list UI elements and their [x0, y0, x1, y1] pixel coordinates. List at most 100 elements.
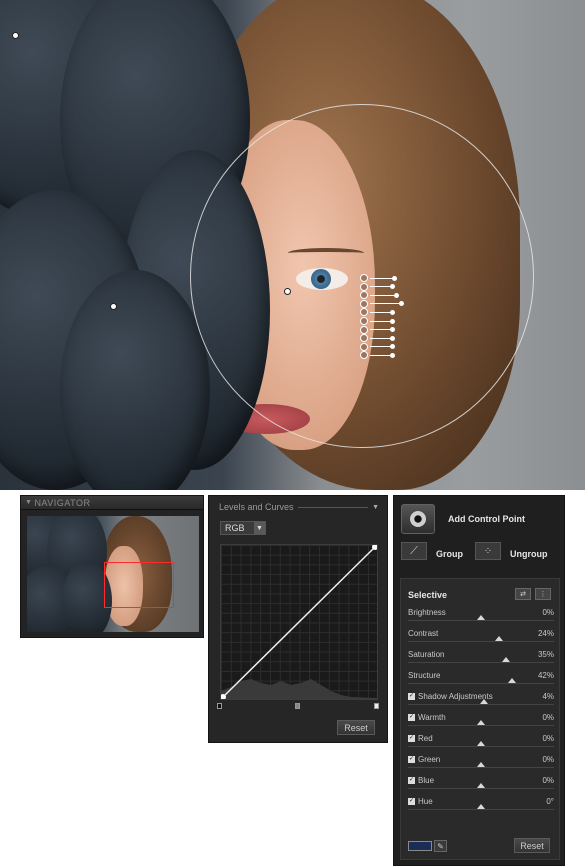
control-point-marker[interactable] — [12, 32, 19, 39]
slider-line — [370, 286, 392, 288]
curve-graph[interactable] — [220, 544, 378, 700]
slider-tag-icon — [360, 351, 368, 360]
adjustment-checkbox[interactable]: ✓ — [408, 777, 415, 784]
adjustment-label: Red — [418, 734, 433, 743]
adjustment-value: 0% — [542, 608, 554, 617]
panel-menu-icon[interactable]: ▼ — [372, 504, 379, 511]
eyedropper-icon[interactable]: ✎ — [434, 840, 447, 852]
adjustment-slider-track[interactable] — [408, 662, 554, 663]
adjustment-slider-thumb[interactable] — [494, 636, 503, 641]
adjustment-row[interactable]: ✓ Red 0% — [408, 734, 554, 750]
navigator-thumbnail[interactable] — [27, 516, 199, 632]
slider-line — [370, 320, 392, 322]
tone-markers[interactable] — [217, 703, 381, 709]
adjustment-slider-thumb[interactable] — [477, 783, 485, 788]
navigator-header[interactable]: ▼ NAVIGATOR — [21, 496, 203, 510]
slider-knob[interactable] — [394, 292, 399, 298]
adjustment-label: Hue — [418, 797, 433, 806]
adjustment-slider-track[interactable] — [408, 704, 554, 705]
group-button[interactable]: ⟋ — [401, 542, 427, 560]
adjustment-value: 0% — [542, 734, 554, 743]
adjustment-row[interactable]: Structure 42% — [408, 671, 554, 687]
control-point-mini-slider[interactable] — [360, 351, 395, 360]
adjustment-row[interactable]: ✓ Green 0% — [408, 755, 554, 771]
add-control-point-button[interactable] — [401, 504, 435, 534]
adjustment-row[interactable]: Brightness 0% — [408, 608, 554, 624]
adjustment-checkbox[interactable]: ✓ — [408, 735, 415, 742]
adjustment-label: Brightness — [408, 608, 446, 617]
adjustment-checkbox[interactable]: ✓ — [408, 714, 415, 721]
control-point-mini-slider[interactable] — [360, 325, 395, 334]
adjustment-row[interactable]: ✓ Blue 0% — [408, 776, 554, 792]
levels-reset-button[interactable]: Reset — [337, 720, 375, 735]
channel-select[interactable]: RGB ▼ — [220, 521, 266, 535]
photo-canvas[interactable] — [0, 0, 585, 490]
adjustment-slider-track[interactable] — [408, 746, 554, 747]
adjustment-slider-thumb[interactable] — [477, 804, 485, 809]
adjustment-row[interactable]: ✓ Warmth 0% — [408, 713, 554, 729]
slider-line — [370, 346, 392, 348]
control-point-mini-slider[interactable] — [360, 308, 395, 317]
slider-knob[interactable] — [390, 284, 395, 290]
adjustment-value: 0% — [542, 776, 554, 785]
adjustment-row[interactable]: ✓ Hue 0° — [408, 797, 554, 813]
slider-tag-icon — [360, 334, 368, 343]
adjustment-row[interactable]: ✓ Shadow Adjustments 4% — [408, 692, 554, 708]
adjustment-value: 24% — [537, 629, 554, 638]
slider-knob[interactable] — [390, 344, 395, 350]
control-point-mini-slider[interactable] — [360, 299, 404, 308]
white-point-marker[interactable] — [374, 703, 379, 709]
control-point-marker[interactable] — [110, 303, 117, 310]
midtone-marker[interactable] — [295, 703, 300, 709]
control-points-panel: Add Control Point ⟋ Group ⁘ Ungroup Sele… — [393, 495, 565, 866]
color-swatch[interactable] — [408, 841, 432, 851]
slider-knob[interactable] — [390, 309, 395, 315]
adjustment-row[interactable]: Contrast 24% — [408, 629, 554, 645]
slider-tag-icon — [360, 282, 368, 291]
adjustment-slider-thumb[interactable] — [477, 615, 485, 620]
adjustment-slider-thumb[interactable] — [477, 741, 485, 746]
adjustment-checkbox[interactable]: ✓ — [408, 693, 415, 700]
navigator-view-rectangle[interactable] — [104, 562, 174, 608]
selective-mode-button[interactable]: ⇄ — [515, 588, 531, 600]
adjustment-row[interactable]: Saturation 35% — [408, 650, 554, 666]
adjustment-slider-track[interactable] — [408, 767, 554, 768]
adjustment-slider-thumb[interactable] — [479, 699, 488, 704]
adjustment-slider-track[interactable] — [408, 725, 554, 726]
adjustment-slider-thumb[interactable] — [477, 762, 485, 767]
control-point-mini-slider[interactable] — [360, 334, 395, 343]
ungroup-button[interactable]: ⁘ — [475, 542, 501, 560]
adjustment-slider-track[interactable] — [408, 809, 554, 810]
control-point-mini-slider[interactable] — [360, 317, 395, 325]
slider-knob[interactable] — [392, 275, 397, 281]
control-point-slider-stack[interactable] — [360, 274, 420, 364]
adjustment-slider-thumb[interactable] — [507, 678, 516, 683]
selective-section: Selective ⇄ ⋮ Brightness 0% Contrast 24% Sat… — [400, 578, 560, 860]
slider-knob[interactable] — [390, 335, 395, 341]
adjustment-slider-thumb[interactable] — [477, 720, 485, 725]
control-point-center[interactable] — [284, 288, 291, 295]
collapse-triangle-icon[interactable]: ▼ — [25, 499, 32, 506]
control-point-mini-slider[interactable] — [360, 342, 395, 351]
slider-knob[interactable] — [390, 327, 395, 333]
adjustment-slider-track[interactable] — [408, 788, 554, 789]
selective-options-button[interactable]: ⋮ — [535, 588, 551, 600]
adjustment-slider-track[interactable] — [408, 620, 554, 621]
slider-knob[interactable] — [399, 301, 404, 307]
adjustment-checkbox[interactable]: ✓ — [408, 798, 415, 805]
group-label: Group — [436, 549, 463, 559]
control-point-mini-slider[interactable] — [360, 282, 395, 291]
channel-select-value: RGB — [225, 523, 245, 533]
adjustment-slider-thumb[interactable] — [501, 657, 510, 662]
adjustment-checkbox[interactable]: ✓ — [408, 756, 415, 763]
black-point-marker[interactable] — [217, 703, 222, 709]
adjustment-label: Green — [418, 755, 441, 764]
slider-knob[interactable] — [390, 318, 395, 324]
adjustment-slider-track[interactable] — [408, 683, 554, 684]
slider-knob[interactable] — [390, 352, 395, 358]
control-point-mini-slider[interactable] — [360, 274, 397, 282]
control-point-icon — [410, 511, 426, 527]
control-point-mini-slider[interactable] — [360, 291, 399, 300]
adjustment-slider-track[interactable] — [408, 641, 554, 642]
control-point-reset-button[interactable]: Reset — [514, 838, 550, 853]
